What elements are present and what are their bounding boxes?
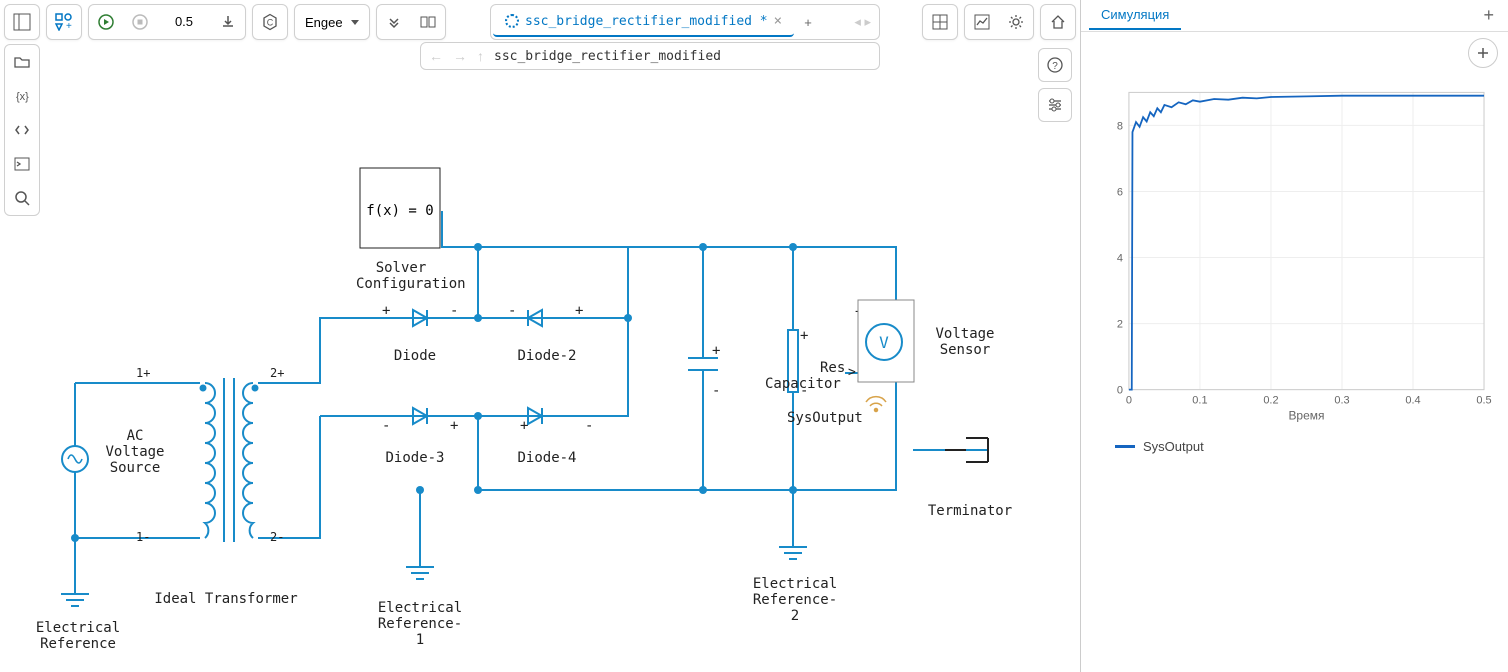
svg-text:C: C <box>267 18 274 28</box>
svg-text:+: + <box>66 21 72 31</box>
svg-text:Время: Время <box>1288 409 1324 423</box>
label-res: Res <box>820 360 845 376</box>
add-chart-button[interactable] <box>1468 38 1498 68</box>
chart-view-button[interactable] <box>967 7 997 37</box>
svg-text:V: V <box>879 333 889 352</box>
svg-text:+: + <box>575 303 583 319</box>
sim-time-input[interactable] <box>159 7 209 35</box>
svg-text:-: - <box>450 303 458 319</box>
svg-text:>: > <box>848 365 856 380</box>
collapse-button[interactable] <box>379 7 409 37</box>
legend-label: SysOutput <box>1143 439 1204 454</box>
svg-text:f(x) = 0: f(x) = 0 <box>366 203 433 219</box>
label-solver: Solver Configuration <box>356 260 446 292</box>
svg-text:-: - <box>508 303 516 319</box>
label-cap: Capacitor <box>765 376 841 392</box>
sim-tab-add[interactable]: + <box>1477 5 1500 26</box>
compare-button[interactable] <box>413 7 443 37</box>
svg-text:-: - <box>382 418 390 434</box>
label-vsensor: Voltage Sensor <box>930 326 1000 358</box>
svg-text:6: 6 <box>1117 186 1123 198</box>
svg-text:0: 0 <box>1117 385 1123 397</box>
label-eref2: Electrical Reference- 2 <box>745 576 845 624</box>
chevron-down-icon <box>351 20 359 25</box>
label-ac: AC Voltage Source <box>100 428 170 476</box>
model-canvas[interactable]: f(x) = 0 + - - + - + + <box>0 0 1080 672</box>
engine-label: Engee <box>305 15 343 30</box>
code-gen-button[interactable]: C <box>255 7 285 37</box>
svg-text:0: 0 <box>1126 395 1132 407</box>
svg-text:+: + <box>450 418 458 434</box>
svg-text:4: 4 <box>1117 253 1123 265</box>
label-diode4: Diode-4 <box>512 450 582 466</box>
download-button[interactable] <box>213 7 243 37</box>
stop-button[interactable] <box>125 7 155 37</box>
settings-button[interactable] <box>1001 7 1031 37</box>
label-diode2: Diode-2 <box>512 348 582 364</box>
svg-text:2: 2 <box>1117 319 1123 331</box>
svg-text:+: + <box>800 328 808 344</box>
svg-text:+: + <box>712 343 720 359</box>
label-diode: Diode <box>385 348 445 364</box>
svg-text:0.4: 0.4 <box>1405 395 1420 407</box>
simulation-panel: Симуляция + 0 2 4 6 8 0 0.1 0.2 0.3 0.4 0.5 Время S… <box>1080 0 1508 672</box>
label-eref: Electrical Reference <box>28 620 128 652</box>
port-2p: 2+ <box>270 366 284 380</box>
engine-select[interactable]: Engee <box>297 7 367 37</box>
port-1p: 1+ <box>136 366 150 380</box>
label-diode3: Diode-3 <box>380 450 450 466</box>
label-terminator: Terminator <box>920 503 1020 519</box>
sim-tab[interactable]: Симуляция <box>1089 1 1181 30</box>
blocks-button[interactable]: + <box>49 7 79 37</box>
legend-swatch <box>1115 445 1135 448</box>
label-sysout: SysOutput <box>787 410 863 426</box>
svg-text:-: - <box>585 418 593 434</box>
svg-text:8: 8 <box>1117 120 1123 132</box>
label-transformer: Ideal Transformer <box>136 591 316 607</box>
chart-plot[interactable]: 0 2 4 6 8 0 0.1 0.2 0.3 0.4 0.5 Время <box>1095 84 1494 424</box>
svg-text:0.1: 0.1 <box>1192 395 1207 407</box>
layout-button[interactable] <box>7 7 37 37</box>
port-1m: 1- <box>136 530 150 544</box>
svg-text:-: - <box>712 383 720 399</box>
run-button[interactable] <box>91 7 121 37</box>
svg-text:0.3: 0.3 <box>1334 395 1349 407</box>
svg-text:0.5: 0.5 <box>1476 395 1491 407</box>
svg-text:+: + <box>382 303 390 319</box>
table-view-button[interactable] <box>925 7 955 37</box>
label-eref1: Electrical Reference- 1 <box>370 600 470 648</box>
svg-text:+: + <box>520 418 528 434</box>
svg-text:0.2: 0.2 <box>1263 395 1278 407</box>
port-2m: 2- <box>270 530 284 544</box>
home-button[interactable] <box>1043 7 1073 37</box>
